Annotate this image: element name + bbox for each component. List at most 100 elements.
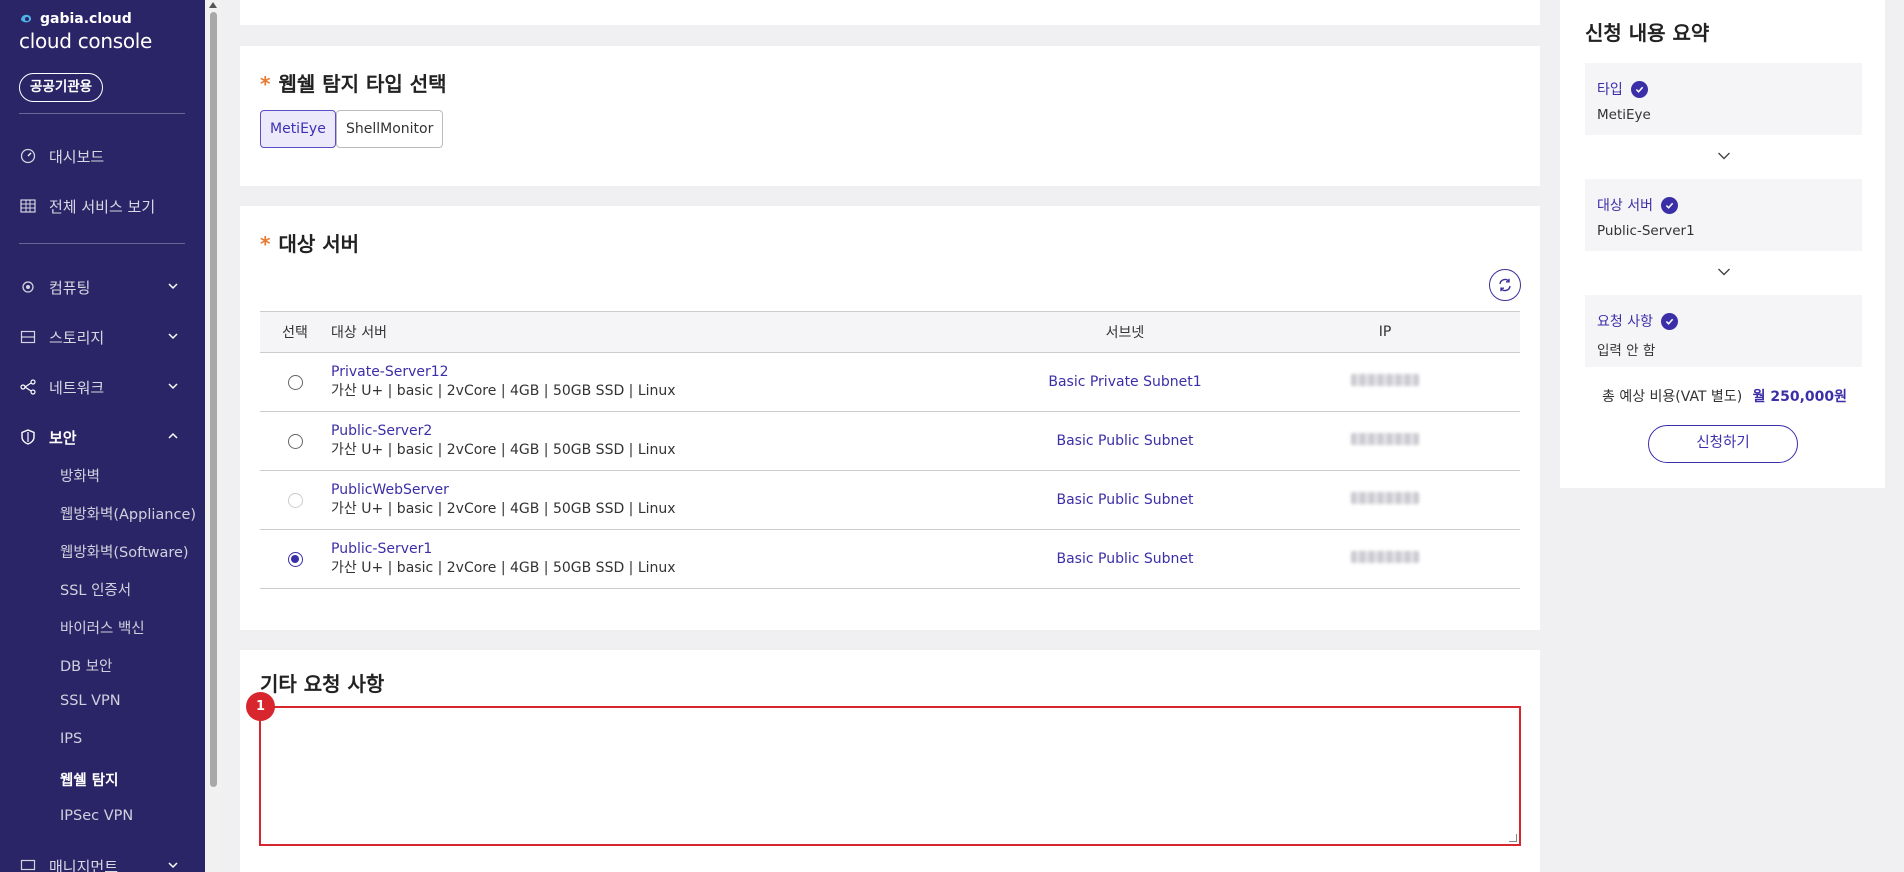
annotation-badge: 1 <box>246 692 275 721</box>
nav-security[interactable]: 보안 <box>19 422 189 452</box>
nav-computing[interactable]: 컴퓨팅 <box>19 272 189 302</box>
gabia-logo-icon <box>21 14 32 23</box>
summary-panel: 신청 내용 요약 타입 MetiEye 대상 서버 Public-Server1… <box>1560 0 1885 488</box>
type-option-shellmonitor[interactable]: ShellMonitor <box>336 110 444 148</box>
brand-small: gabia.cloud <box>40 11 132 27</box>
type-section-title: 웹쉘 탐지 타입 선택 <box>278 72 447 96</box>
nav-network-label: 네트워크 <box>49 378 105 397</box>
nav-all-services-label: 전체 서비스 보기 <box>49 197 156 216</box>
summary-item-server: 대상 서버 Public-Server1 <box>1585 179 1862 251</box>
summary-label-text: 타입 <box>1597 82 1623 98</box>
sidebar-sub-waf-software[interactable]: 웹방화벽(Software) <box>60 541 205 562</box>
server-spec: 가산 U+ | basic | 2vCore | 4GB | 50GB SSD … <box>331 383 676 399</box>
total-cost-price: 월 250,000원 <box>1752 389 1848 405</box>
scroll-thumb[interactable] <box>210 12 217 787</box>
sidebar-sub-ipsec-vpn[interactable]: IPSec VPN <box>60 808 205 824</box>
ip-blurred <box>1351 433 1419 445</box>
sidebar: gabia.cloud cloud console 공공기관용 대시보드 전체 … <box>0 0 205 872</box>
brand-logo[interactable]: gabia.cloud cloud console <box>19 11 152 53</box>
chevron-down-icon <box>168 862 178 869</box>
summary-label-text: 대상 서버 <box>1597 198 1653 214</box>
sidebar-divider <box>19 243 185 244</box>
chevron-up-icon <box>168 432 178 439</box>
request-section-title: 기타 요청 사항 <box>260 672 385 696</box>
server-radio[interactable] <box>287 433 303 449</box>
sidebar-sub-db-security[interactable]: DB 보안 <box>60 655 205 676</box>
sidebar-sub-waf-appliance[interactable]: 웹방화벽(Appliance) <box>60 503 205 524</box>
nav-security-label: 보안 <box>49 428 77 447</box>
table-row: PublicWebServer 가산 U+ | basic | 2vCore |… <box>260 470 1520 530</box>
server-subnet: Basic Public Subnet <box>1056 492 1194 508</box>
table-row[interactable]: Private-Server12 가산 U+ | basic | 2vCore … <box>260 352 1520 412</box>
chevron-down-icon <box>1718 268 1730 276</box>
storage-icon <box>19 328 37 346</box>
check-circle-icon <box>1630 80 1648 98</box>
server-spec: 가산 U+ | basic | 2vCore | 4GB | 50GB SSD … <box>331 501 676 517</box>
table-row[interactable]: Public-Server1 가산 U+ | basic | 2vCore | … <box>260 529 1520 589</box>
apply-button[interactable]: 신청하기 <box>1648 425 1798 463</box>
management-icon <box>19 857 37 872</box>
sidebar-sub-webshell[interactable]: 웹쉘 탐지 <box>60 769 205 790</box>
summary-label: 요청 사항 <box>1597 311 1850 331</box>
server-name: PublicWebServer <box>331 482 449 498</box>
server-subnet: Basic Private Subnet1 <box>1048 374 1202 390</box>
sidebar-sub-antivirus[interactable]: 바이러스 백신 <box>60 617 205 638</box>
nav-storage[interactable]: 스토리지 <box>19 322 189 352</box>
sidebar-sub-ssl-cert[interactable]: SSL 인증서 <box>60 579 205 600</box>
table-header-row: 선택 대상 서버 서브넷 IP <box>260 311 1520 353</box>
header-ip: IP <box>1378 324 1392 340</box>
summary-item-request: 요청 사항 입력 안 함 <box>1585 295 1862 367</box>
page-scrollbar[interactable] <box>205 0 222 872</box>
ip-blurred <box>1351 551 1419 563</box>
nav-dashboard[interactable]: 대시보드 <box>19 141 189 171</box>
summary-value: 입력 안 함 <box>1597 343 1656 359</box>
shield-icon <box>19 428 37 446</box>
sidebar-sub-ips[interactable]: IPS <box>60 731 205 747</box>
total-cost-label: 총 예상 비용(VAT 별도) <box>1602 389 1743 405</box>
summary-title: 신청 내용 요약 <box>1585 21 1710 45</box>
sidebar-divider <box>19 113 185 114</box>
summary-value: MetiEye <box>1597 107 1651 123</box>
public-institution-badge[interactable]: 공공기관용 <box>19 73 104 102</box>
server-table: 선택 대상 서버 서브넷 IP Private-Server12 가산 U+ |… <box>260 311 1520 589</box>
request-textarea[interactable] <box>259 706 1521 846</box>
server-radio[interactable] <box>287 374 303 390</box>
cpu-icon <box>19 278 37 296</box>
chevron-down-icon <box>168 333 178 340</box>
other-requests-section: 기타 요청 사항 <box>240 650 1540 872</box>
total-cost: 총 예상 비용(VAT 별도) 월 250,000원 <box>1602 386 1847 406</box>
table-row[interactable]: Public-Server2 가산 U+ | basic | 2vCore | … <box>260 411 1520 471</box>
nav-management-label: 매니지먼트 <box>49 857 119 872</box>
refresh-button[interactable] <box>1489 269 1521 301</box>
header-server: 대상 서버 <box>331 325 387 341</box>
server-radio-disabled <box>287 492 303 508</box>
header-select: 선택 <box>282 325 308 341</box>
type-option-metieye[interactable]: MetiEye <box>260 110 336 148</box>
server-section-title: 대상 서버 <box>278 232 360 256</box>
network-icon <box>19 378 37 396</box>
chevron-down-icon <box>1718 152 1730 160</box>
server-subnet: Basic Public Subnet <box>1056 433 1194 449</box>
scroll-up-arrow-icon[interactable] <box>209 2 217 8</box>
grid-icon <box>19 197 37 215</box>
sidebar-sub-ssl-vpn[interactable]: SSL VPN <box>60 693 205 709</box>
nav-management[interactable]: 매니지먼트 <box>19 851 189 872</box>
nav-storage-label: 스토리지 <box>49 328 105 347</box>
server-spec: 가산 U+ | basic | 2vCore | 4GB | 50GB SSD … <box>331 560 676 576</box>
nav-all-services[interactable]: 전체 서비스 보기 <box>19 191 189 221</box>
server-radio-checked[interactable] <box>287 551 303 567</box>
server-subnet: Basic Public Subnet <box>1056 551 1194 567</box>
check-circle-icon <box>1660 312 1678 330</box>
nav-network[interactable]: 네트워크 <box>19 372 189 402</box>
server-spec: 가산 U+ | basic | 2vCore | 4GB | 50GB SSD … <box>331 442 676 458</box>
resize-handle[interactable] <box>1509 834 1517 842</box>
server-name: Private-Server12 <box>331 364 449 380</box>
header-subnet: 서브넷 <box>1105 325 1145 341</box>
ip-blurred <box>1351 374 1419 386</box>
section-title: * 웹쉘 탐지 타입 선택 <box>260 68 447 97</box>
required-mark: * <box>260 72 271 96</box>
refresh-icon <box>1499 278 1511 292</box>
chevron-down-icon <box>168 283 178 290</box>
sidebar-sub-firewall[interactable]: 방화벽 <box>60 465 205 486</box>
previous-section-card <box>240 0 1540 25</box>
